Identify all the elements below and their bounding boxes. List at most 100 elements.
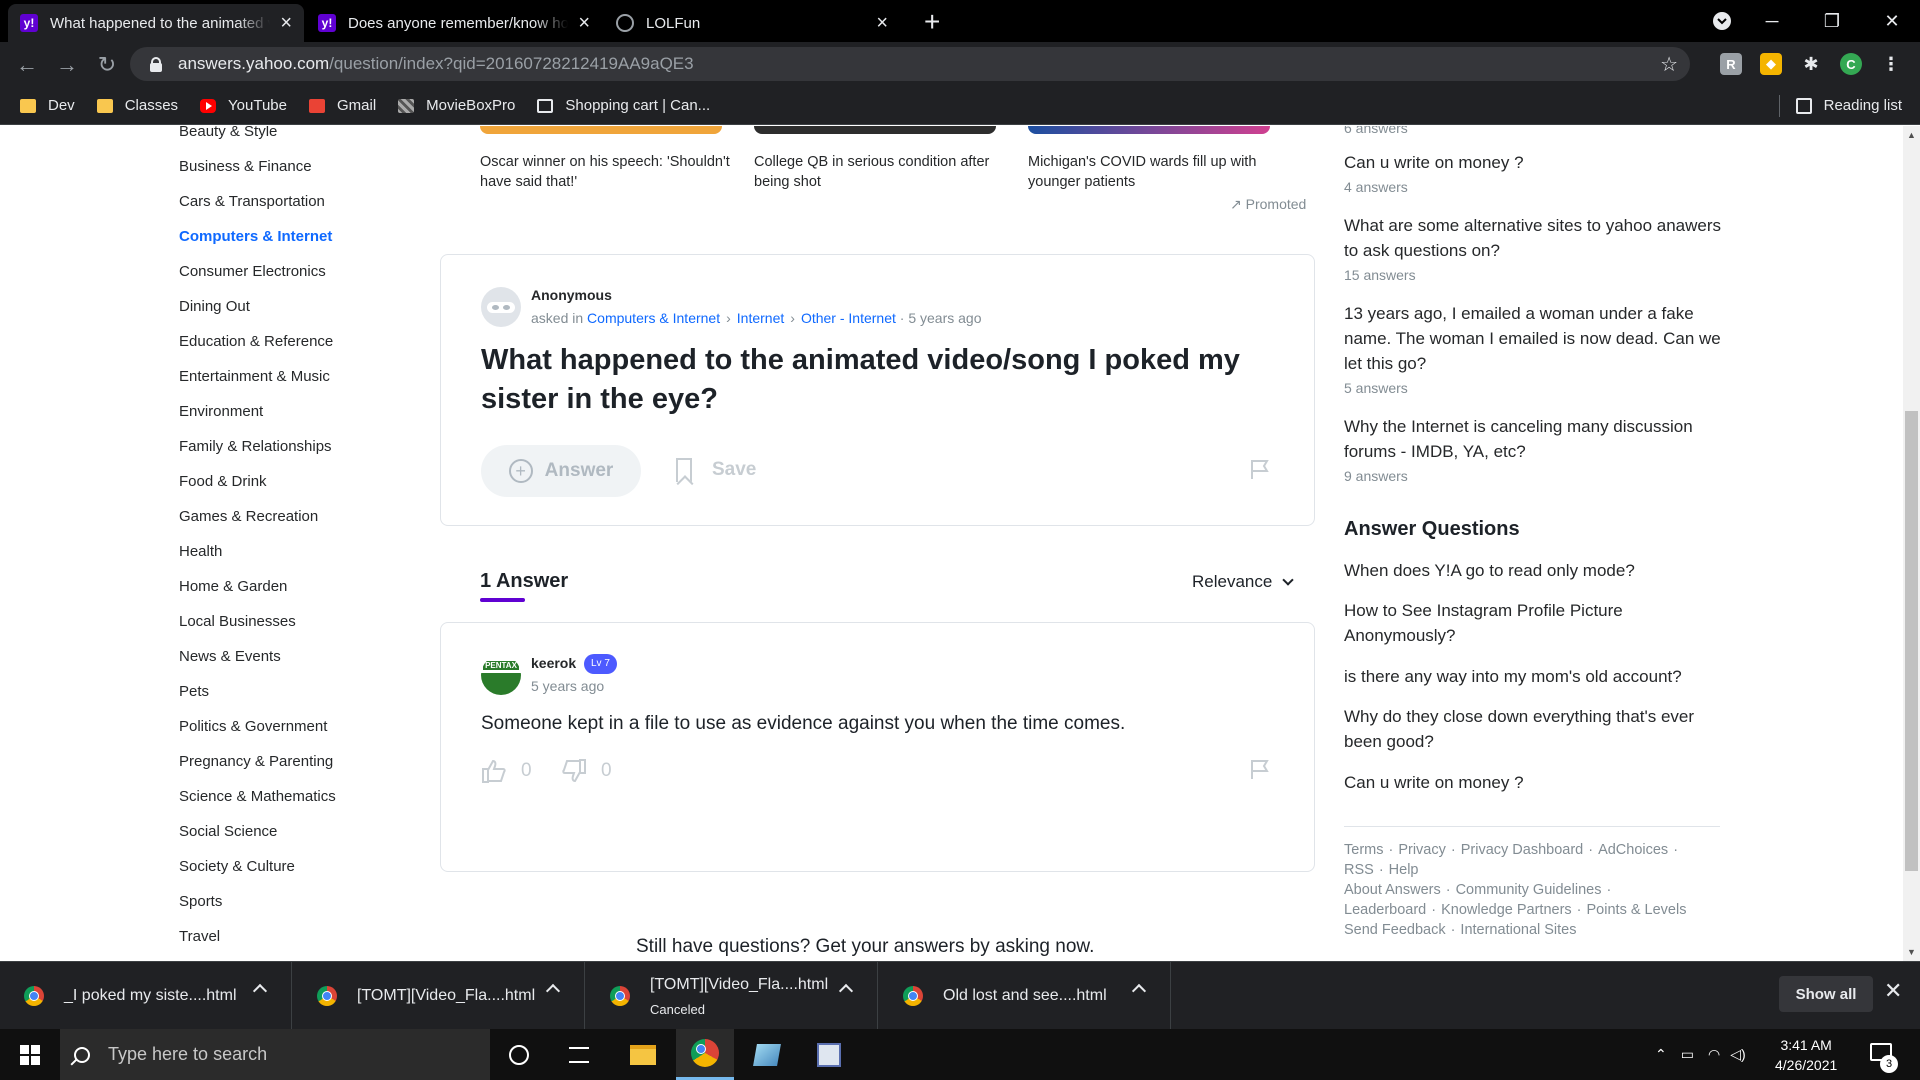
sidebar-category[interactable]: Family & Relationships	[179, 429, 336, 464]
sidebar-category[interactable]: Business & Finance	[179, 149, 336, 184]
footer-link[interactable]: Leaderboard	[1344, 902, 1426, 918]
bookmark-star-icon[interactable]: ☆	[1660, 52, 1678, 77]
bookmark-shopping-cart[interactable]: Shopping cart | Can...	[537, 97, 710, 114]
taskbar-search[interactable]: Type here to search	[60, 1029, 490, 1080]
chevron-up-icon[interactable]	[252, 983, 268, 999]
sidebar-category[interactable]: Food & Drink	[179, 464, 336, 499]
minimize-button[interactable]: ─	[1742, 0, 1802, 42]
sidebar-category[interactable]: Pregnancy & Parenting	[179, 744, 336, 779]
related-question[interactable]: Can u write on money ? 4 answers	[1344, 150, 1724, 195]
still-have-questions[interactable]: Still have questions? Get your answers b…	[636, 936, 1094, 958]
upvote-button[interactable]: 0	[481, 758, 532, 784]
sidebar-category[interactable]: Local Businesses	[179, 604, 336, 639]
tab-2[interactable]: y! Does anyone remember/know how to find…	[306, 4, 602, 42]
footer-link[interactable]: Privacy Dashboard	[1461, 842, 1584, 858]
sidebar-category[interactable]: Games & Recreation	[179, 499, 336, 534]
download-item[interactable]: Old lost and see....html	[879, 962, 1171, 1030]
sidebar-category[interactable]: Education & Reference	[179, 324, 336, 359]
promo-caption[interactable]: College QB in serious condition after be…	[754, 152, 1014, 192]
shield-extension-icon[interactable]: ◆	[1760, 53, 1782, 75]
answer-question-item[interactable]: When does Y!A go to read only mode?	[1344, 558, 1724, 583]
breadcrumb-link[interactable]: Internet	[737, 310, 784, 326]
close-tab-icon[interactable]: ×	[578, 13, 590, 33]
reading-list-button[interactable]: Reading list	[1795, 97, 1902, 114]
sort-dropdown[interactable]: Relevance	[1192, 572, 1294, 592]
related-question[interactable]: 13 years ago, I emailed a woman under a …	[1344, 301, 1724, 396]
sidebar-category[interactable]: Pets	[179, 674, 336, 709]
bookmark-youtube[interactable]: YouTube	[200, 97, 287, 114]
footer-link[interactable]: Help	[1389, 862, 1419, 878]
answer-author[interactable]: keerok	[531, 655, 576, 671]
footer-link[interactable]: Points & Levels	[1587, 902, 1687, 918]
answer-question-item[interactable]: Why do they close down everything that's…	[1344, 704, 1724, 754]
related-question[interactable]: Why the Internet is canceling many discu…	[1344, 414, 1724, 484]
promoted-label[interactable]: ↗ Promoted	[1230, 196, 1306, 213]
scroll-down-icon[interactable]: ▼	[1907, 947, 1916, 957]
related-question[interactable]: What are some alternative sites to yahoo…	[1344, 213, 1724, 283]
bookmark-classes[interactable]: Classes	[96, 97, 178, 114]
page-scrollbar[interactable]: ▲ ▼	[1903, 126, 1920, 961]
flag-icon[interactable]	[1249, 458, 1271, 480]
download-item[interactable]: [TOMT][Video_Fla....html Canceled	[586, 962, 878, 1030]
battery-icon[interactable]: ▭	[1681, 1046, 1694, 1063]
chevron-up-icon[interactable]	[1131, 983, 1147, 999]
app-taskbar-button[interactable]	[738, 1029, 796, 1080]
download-item[interactable]: _I poked my siste....html	[0, 962, 292, 1030]
address-bar[interactable]: answers.yahoo.com/question/index?qid=201…	[130, 47, 1690, 81]
reload-button[interactable]: ↻	[92, 50, 122, 80]
footer-link[interactable]: Knowledge Partners	[1441, 902, 1572, 918]
back-button[interactable]: ←	[12, 50, 42, 80]
clock[interactable]: 3:41 AM 4/26/2021	[1775, 1035, 1837, 1075]
promo-caption[interactable]: Oscar winner on his speech: 'Shouldn't h…	[480, 152, 740, 192]
bookmark-dev[interactable]: Dev	[20, 97, 75, 114]
chevron-up-icon[interactable]: ⌃	[1655, 1046, 1667, 1063]
scroll-up-icon[interactable]: ▲	[1907, 130, 1916, 140]
footer-link[interactable]: RSS	[1344, 862, 1374, 878]
bookmark-gmail[interactable]: Gmail	[309, 97, 376, 114]
menu-kebab-icon[interactable]: ⋮	[1880, 53, 1902, 75]
forward-button[interactable]: →	[52, 50, 82, 80]
sidebar-category[interactable]: Dining Out	[179, 289, 336, 324]
windows-start-icon[interactable]	[20, 1045, 40, 1065]
chevron-up-icon[interactable]	[545, 983, 561, 999]
promo-image[interactable]	[754, 126, 996, 134]
tab-active[interactable]: y! What happened to the animated video/s…	[8, 4, 304, 42]
sidebar-category[interactable]: Social Science	[179, 814, 336, 849]
sidebar-category[interactable]: Science & Mathematics	[179, 779, 336, 814]
breadcrumb-link[interactable]: Computers & Internet	[587, 310, 720, 326]
footer-link[interactable]: AdChoices	[1598, 842, 1668, 858]
answer-question-item[interactable]: is there any way into my mom's old accou…	[1344, 664, 1724, 689]
footer-link[interactable]: Terms	[1344, 842, 1383, 858]
answer-button[interactable]: + Answer	[481, 445, 641, 497]
close-window-button[interactable]: ✕	[1862, 0, 1920, 42]
sidebar-category[interactable]: Environment	[179, 394, 336, 429]
cortana-button[interactable]	[490, 1029, 548, 1080]
footer-link[interactable]: Privacy	[1398, 842, 1446, 858]
avatar[interactable]: PENTAX	[481, 655, 521, 695]
restore-button[interactable]: ❐	[1802, 0, 1862, 42]
flag-icon[interactable]	[1249, 758, 1271, 780]
close-tab-icon[interactable]: ×	[280, 13, 292, 33]
footer-link[interactable]: Community Guidelines	[1456, 882, 1602, 898]
download-item[interactable]: [TOMT][Video_Fla....html	[293, 962, 585, 1030]
extensions-puzzle-icon[interactable]: ✱	[1800, 53, 1822, 75]
file-explorer-button[interactable]	[614, 1029, 672, 1080]
bookmark-movieboxpro[interactable]: MovieBoxPro	[398, 97, 515, 114]
app-taskbar-button[interactable]	[800, 1029, 858, 1080]
downvote-button[interactable]: 0	[561, 758, 612, 784]
chrome-taskbar-button[interactable]	[676, 1029, 734, 1080]
sidebar-category[interactable]: Travel	[179, 919, 336, 954]
close-tab-icon[interactable]: ×	[876, 13, 888, 33]
footer-link[interactable]: About Answers	[1344, 882, 1441, 898]
save-button[interactable]: Save	[676, 458, 756, 482]
wifi-icon[interactable]: ◠	[1708, 1046, 1720, 1063]
sidebar-category[interactable]: News & Events	[179, 639, 336, 674]
promo-image[interactable]	[1028, 126, 1270, 134]
answer-question-item[interactable]: Can u write on money ?	[1344, 770, 1724, 795]
chevron-up-icon[interactable]	[838, 983, 854, 999]
tab-3[interactable]: LOLFun ×	[604, 4, 900, 42]
footer-link[interactable]: International Sites	[1460, 922, 1576, 938]
sidebar-category[interactable]: Beauty & Style	[179, 126, 336, 149]
breadcrumb-link[interactable]: Other - Internet	[801, 310, 896, 326]
extension-icon[interactable]: R	[1720, 53, 1742, 75]
